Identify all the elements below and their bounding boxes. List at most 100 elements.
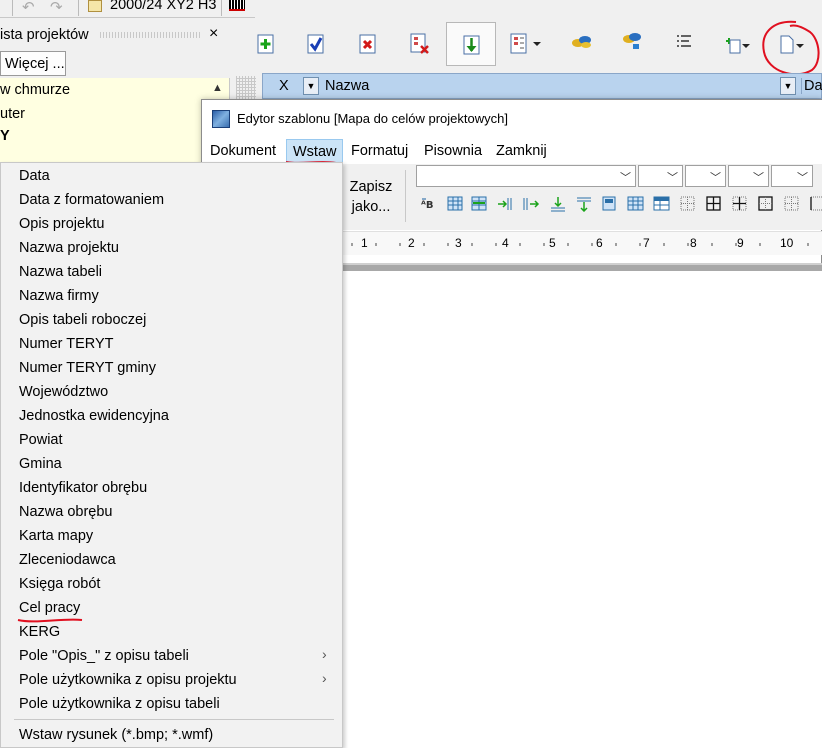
project-panel-title: ista projektów [0,27,89,43]
menu-item[interactable]: Zleceniodawca [19,552,116,568]
spell-ab-icon[interactable]: ᴬB [420,196,440,212]
editor-title-bar: Edytor szablonu [Mapa do celów projektow… [202,100,822,138]
menu-item-submenu[interactable]: Pole użytkownika z opisu projektu [19,672,237,688]
menu-item[interactable]: Województwo [19,384,108,400]
insert-column-left-icon[interactable] [496,196,516,212]
menu-dokument[interactable]: Dokument [210,143,276,159]
menu-item[interactable]: Data [19,168,50,184]
list-item[interactable]: Y [0,128,10,144]
ruler-mark: 9 [737,236,744,250]
separator [405,170,406,222]
tiny-text-icon[interactable] [670,28,698,56]
menu-item[interactable]: Gmina [19,456,62,472]
more-button[interactable]: Więcej ... [0,51,66,76]
close-icon[interactable]: × [209,25,218,43]
save-as-label-line2: jako... [351,199,391,215]
delete-list-icon[interactable] [406,30,434,58]
check-document-icon[interactable] [302,30,330,58]
menu-item[interactable]: Numer TERYT [19,336,114,352]
import-down-button[interactable] [446,22,496,66]
save-as-label-line1: Zapisz [349,179,393,195]
save-as-button[interactable]: Zapisz jako... [347,177,395,217]
splitter-grip[interactable] [236,76,256,100]
column-header-name[interactable]: Nazwa [325,78,369,94]
chevron-down-icon: ﹀ [753,172,764,184]
table-insert-icon[interactable] [470,196,490,212]
menu-item[interactable]: Numer TERYT gminy [19,360,156,376]
table-header-icon[interactable] [652,196,672,212]
menu-zamknij[interactable]: Zamknij [496,143,547,159]
coordinate-system-label[interactable]: 2000/24 XY2 H3 [110,0,216,13]
table-grid-icon[interactable] [626,196,646,212]
menu-item[interactable]: Opis tabeli roboczej [19,312,146,328]
column-filter-button[interactable]: ▼ [780,77,796,95]
border-none-icon[interactable] [782,196,802,212]
menu-item[interactable]: Opis projektu [19,216,104,232]
menu-item[interactable]: Nazwa firmy [19,288,99,304]
insert-row-below-icon[interactable] [574,196,594,212]
background-combo[interactable]: ﹀ [771,165,813,187]
delete-document-icon[interactable] [354,30,382,58]
chevron-down-icon: ﹀ [667,172,678,184]
submenu-arrow-icon: › [322,646,327,662]
style-combo[interactable]: ﹀ [685,165,726,187]
separator [78,0,79,16]
column-header-x[interactable]: X [279,78,289,94]
menu-item[interactable]: Nazwa tabeli [19,264,102,280]
menu-item[interactable]: Karta mapy [19,528,93,544]
list-dropdown-icon[interactable] [508,30,544,58]
users-icon[interactable] [568,28,596,56]
ruler-mark: 5 [549,236,556,250]
font-size-combo[interactable]: ﹀ [638,165,683,187]
border-outer-icon[interactable] [756,196,776,212]
users-settings-icon[interactable] [618,28,646,56]
project-list: w chmurze uter Y [0,78,230,168]
scrollbar-up-arrow[interactable]: ▲ [212,82,223,94]
menu-item[interactable]: Data z formatowaniem [19,192,164,208]
border-all-icon[interactable] [704,196,724,212]
border-middle-icon[interactable] [730,196,750,212]
barcode-icon[interactable] [229,0,245,11]
document-canvas[interactable] [343,271,822,748]
list-item[interactable]: uter [0,106,25,122]
redo-icon[interactable]: ↷ [50,0,63,16]
undo-icon[interactable]: ↶ [22,0,35,16]
list-item[interactable]: w chmurze [0,82,70,98]
grid-header: X ▼ Nazwa ▼ Dat [262,73,822,99]
ruler-mark: 10 [780,236,794,250]
insert-column-right-icon[interactable] [522,196,542,212]
menu-item[interactable]: Pole użytkownika z opisu tabeli [19,696,220,712]
add-sheet-dropdown-icon[interactable] [722,30,752,58]
column-filter-button[interactable]: ▼ [303,77,319,95]
chevron-down-icon: ﹀ [797,172,808,184]
top-toolbar: ↶ ↷ 2000/24 XY2 H3 [0,0,255,18]
border-inner-icon[interactable] [678,196,698,212]
menu-item-submenu[interactable]: Pole "Opis_" z opisu tabeli [19,648,189,664]
ruler-mark: 1 [361,236,368,250]
table-cells-icon[interactable] [600,196,620,212]
menu-item[interactable]: KERG [19,624,60,640]
chevron-down-icon: ﹀ [620,172,631,184]
menu-item[interactable]: Wstaw rysunek (*.bmp; *.wmf) [19,727,213,743]
menu-item[interactable]: Identyfikator obrębu [19,480,147,496]
ruler-mark: 4 [502,236,509,250]
menu-item[interactable]: Księga robót [19,576,100,592]
menu-item[interactable]: Nazwa projektu [19,240,119,256]
panel-grip [100,32,200,38]
insert-row-above-icon[interactable] [548,196,568,212]
menu-formatuj[interactable]: Formatuj [351,143,408,159]
menu-item[interactable]: Powiat [19,432,63,448]
font-name-combo[interactable]: ﹀ [416,165,636,187]
border-left-icon[interactable] [808,196,822,212]
add-document-icon[interactable] [252,30,280,58]
menu-item-cel-pracy[interactable]: Cel pracy [19,600,80,616]
ruler-mark: 7 [643,236,650,250]
ruler-bottom-bar [343,263,822,271]
color-combo[interactable]: ﹀ [728,165,769,187]
menu-pisownia[interactable]: Pisownia [424,143,482,159]
chevron-down-icon: ﹀ [710,172,721,184]
table-icon[interactable] [446,196,466,212]
column-header-date[interactable]: Dat [801,78,822,94]
menu-item[interactable]: Nazwa obrębu [19,504,113,520]
menu-item[interactable]: Jednostka ewidencyjna [19,408,169,424]
